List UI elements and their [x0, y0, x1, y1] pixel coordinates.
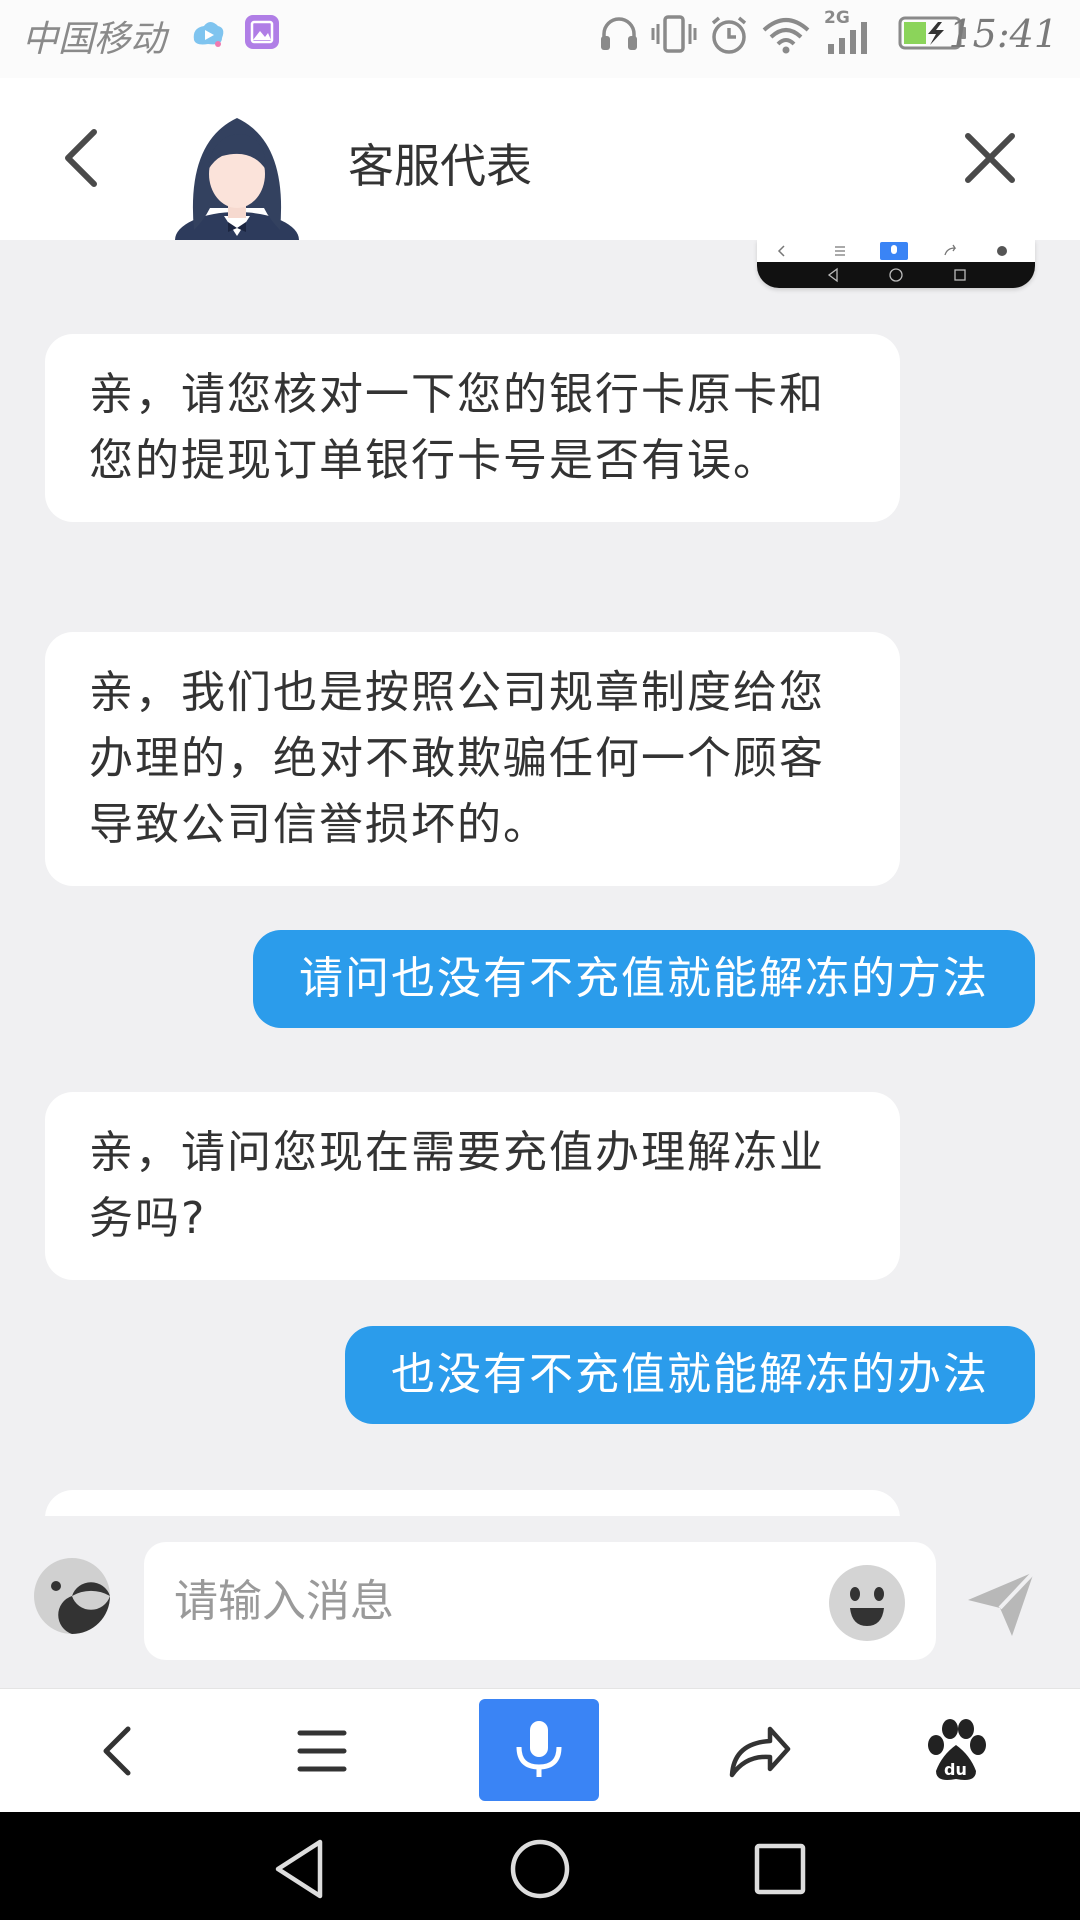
microphone-icon — [516, 1721, 562, 1777]
incoming-message: 亲，请您核对一下您的银行卡原卡和您的提现订单银行卡号是否有误。 — [45, 334, 900, 522]
svg-text:du: du — [944, 1760, 967, 1779]
incoming-message: 亲，我们也是按照公司规章制度给您办理的，绝对不敢欺骗任何一个顾客导致公司信誉损坏… — [45, 632, 900, 886]
browser-toolbar: du — [0, 1688, 1080, 1813]
share-icon[interactable] — [716, 1709, 800, 1793]
wifi-icon — [762, 18, 810, 54]
incoming-message: 亲，请问您现在需要充值办理解冻业务吗? — [45, 1092, 900, 1280]
avatar — [175, 118, 299, 260]
chat-message-list[interactable]: 亲，请您核对一下您的银行卡原卡和您的提现订单银行卡号是否有误。 亲，我们也是按照… — [0, 240, 1080, 1516]
emoji-toggle-icon[interactable] — [32, 1556, 112, 1636]
page-title: 客服代表 — [348, 139, 532, 193]
close-icon[interactable] — [958, 126, 1022, 190]
smiley-icon[interactable] — [828, 1564, 906, 1642]
clock: 15:41 — [948, 12, 1058, 56]
back-icon[interactable] — [76, 1709, 160, 1793]
nav-recents-icon[interactable] — [745, 1834, 815, 1904]
headphones-icon — [601, 17, 637, 50]
nav-back-icon[interactable] — [266, 1834, 336, 1904]
status-bar: 中国移动 2G 15:41 — [0, 0, 1080, 78]
gallery-app-icon — [245, 15, 279, 49]
system-navigation-bar — [0, 1812, 1080, 1920]
alarm-icon — [711, 16, 747, 54]
menu-icon[interactable] — [280, 1709, 364, 1793]
floating-window-preview[interactable] — [757, 240, 1035, 288]
send-icon[interactable] — [964, 1566, 1038, 1640]
mini-navbar-icon — [827, 267, 966, 283]
baidu-paw-icon[interactable]: du — [914, 1709, 998, 1793]
outgoing-message: 请问也没有不充值就能解冻的方法 — [253, 930, 1035, 1028]
video-app-icon — [193, 22, 224, 47]
voice-search-button[interactable] — [479, 1699, 599, 1801]
signal-icon — [828, 22, 867, 54]
carrier-name: 中国移动 — [22, 19, 167, 60]
mini-toolbar-icon — [777, 242, 1007, 260]
back-arrow-icon[interactable] — [52, 126, 116, 190]
nav-home-icon[interactable] — [505, 1834, 575, 1904]
message-input-bar — [0, 1516, 1080, 1688]
vibrate-icon — [651, 15, 697, 53]
outgoing-message: 也没有不充值就能解冻的办法 — [345, 1326, 1035, 1424]
incoming-message-partial — [45, 1490, 900, 1516]
message-input[interactable] — [144, 1542, 936, 1660]
chat-header: 客服代表 — [0, 78, 1080, 260]
